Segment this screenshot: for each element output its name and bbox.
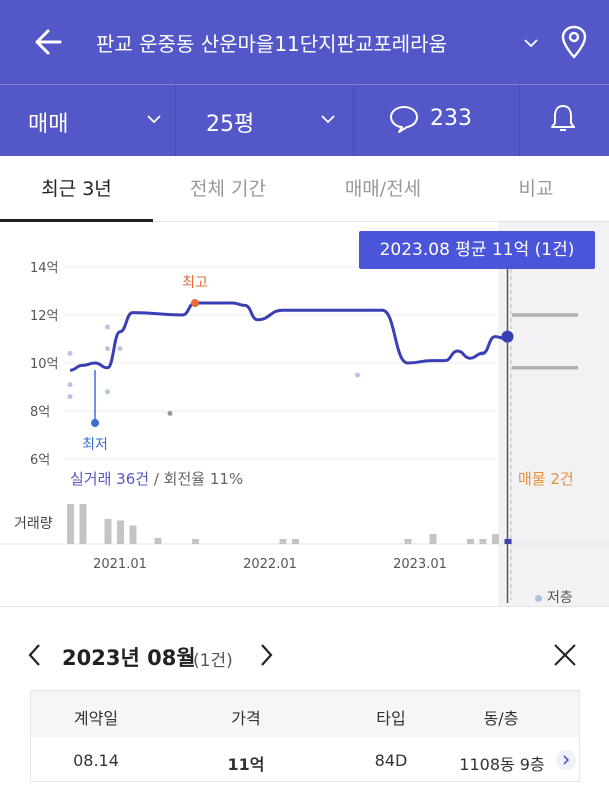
row-dong-floor: 1108동 9층 [459,755,545,774]
chart-tooltip: 2023.08 평균 11억 (1건) [359,231,595,269]
x-tick-label: 2023.01 [393,557,447,572]
chevron-right-icon[interactable] [556,750,576,770]
row-contract-date: 08.14 [73,751,119,770]
col-price: 가격 [231,709,261,728]
turnover-rate: / 회전율 11% [149,470,244,488]
volume-bar [429,534,437,544]
low-floor-point [67,382,73,388]
row-type: 84D [374,751,408,770]
filter-bar: 매매 25평 233 [0,84,609,156]
tab-sale-lease[interactable]: 매매/전세 [303,156,463,222]
y-tick-label: 10억 [30,357,59,372]
legend-dot [535,594,542,602]
volume-label: 거래량 [14,516,53,532]
selected-month-count: (1건) [193,651,233,671]
volume-bar [129,525,137,544]
price-chart-svg[interactable]: 14억 12억 10억 8억 6억 2021.01 2022.01 2023.01 최고최저 [0,222,609,606]
price-line [69,301,508,372]
volume-bar [104,519,112,544]
comments-button[interactable]: 233 [354,84,520,156]
title-bar: 판교 운중동 산운마을11단지판교포레라움 [0,0,609,84]
low-floor-point [105,389,110,395]
notification-button[interactable] [520,84,609,156]
legend-label: 저층 [547,590,573,606]
volume-bar [292,539,299,544]
tab-all-period[interactable]: 전체 기간 [153,156,303,222]
volume-bar [279,539,287,544]
volume-bar [79,504,87,544]
size-selector[interactable]: 25평 [176,84,354,156]
col-contract-date: 계약일 [73,709,119,728]
volume-bar [117,520,124,544]
period-tabs: 최근 3년 전체 기간 매매/전세 비교 [0,156,609,222]
trade-stats: 실거래 36건 / 회전율 11% [70,468,243,489]
chevron-right-icon[interactable] [257,642,275,668]
low-floor-point [117,346,123,352]
comments-count: 233 [430,106,472,131]
month-navigator: 2023년 08월 (1건) [0,630,609,680]
x-tick-label: 2022.01 [243,557,297,572]
high-marker [191,299,199,307]
low-label: 최저 [82,437,108,453]
back-arrow-icon[interactable] [30,24,70,60]
low-floor-point [355,372,360,378]
tab-compare[interactable]: 비교 [463,156,609,222]
volume-bar [479,539,487,544]
volume-bar [154,538,162,544]
chevron-left-icon[interactable] [26,642,44,668]
high-label: 최고 [182,275,208,291]
low-floor-point [67,350,73,356]
chevron-down-icon [321,115,335,124]
trade-type-selector[interactable]: 매매 [0,84,176,156]
selected-point [501,330,514,343]
row-price: 11억 [227,755,265,774]
size-label: 25평 [206,112,255,137]
y-tick-label: 8억 [30,405,50,420]
real-trade-count: 실거래 36건 [70,470,150,488]
listing-count[interactable]: 매물 2건 [518,468,574,489]
y-tick-label: 14억 [30,261,59,276]
low-floor-point [105,346,110,352]
low-marker [91,419,99,427]
col-type: 타입 [376,709,406,728]
volume-bar [404,539,412,544]
price-chart[interactable]: 14억 12억 10억 8억 6억 2021.01 2022.01 2023.01 최고최저 [0,222,609,606]
volume-bar [492,534,499,544]
tab-recent-3y[interactable]: 최근 3년 [0,156,153,222]
trade-table: 계약일 가격 타입 동/층 08.14 11억 84D 1108동 9층 [30,690,580,782]
complex-title[interactable]: 판교 운중동 산운마을11단지판교포레라움 [96,28,447,57]
y-tick-label: 6억 [30,453,50,468]
chevron-down-icon [147,115,161,124]
x-tick-label: 2021.01 [93,557,147,572]
volume-bar [467,539,474,544]
close-icon[interactable] [552,642,578,668]
volume-bar [192,539,199,544]
bell-icon [551,105,575,131]
low-floor-point [105,324,110,330]
listing-region [498,222,609,606]
selected-month: 2023년 08월 [62,646,196,670]
speech-bubble-icon [390,106,418,133]
header: 판교 운중동 산운마을11단지판교포레라움 매매 25평 233 [0,0,609,156]
map-pin-icon[interactable] [560,24,588,60]
volume-bar [67,504,74,544]
low-floor-point [67,394,73,400]
low-floor-point [167,410,173,416]
trade-type-label: 매매 [28,112,69,137]
y-tick-label: 12억 [30,309,59,324]
col-dong-floor: 동/층 [483,709,519,728]
section-divider [0,606,609,607]
chevron-down-icon[interactable] [522,34,540,52]
legend-low-floor: 저층 [535,587,573,607]
